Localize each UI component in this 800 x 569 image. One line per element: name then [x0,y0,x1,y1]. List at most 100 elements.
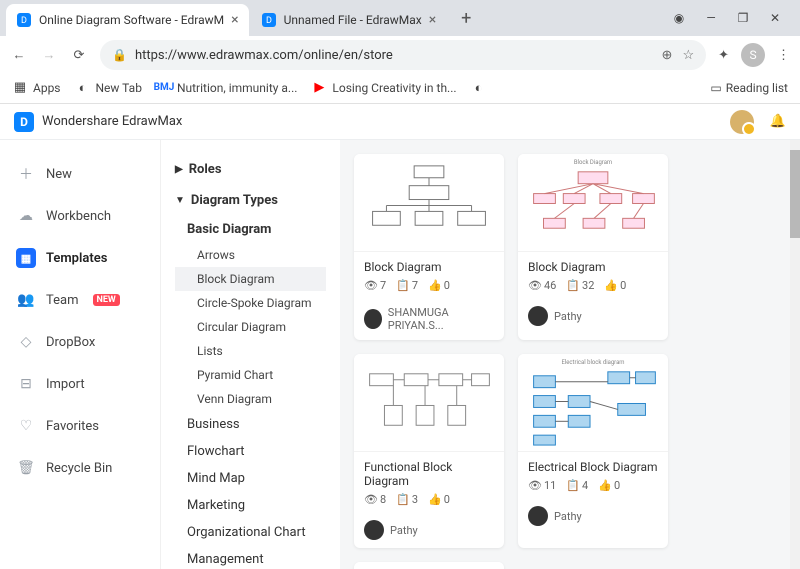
close-window-button[interactable]: ✕ [768,11,782,25]
copy-icon: 📋 [396,493,410,506]
incognito-icon: ◉ [672,11,686,25]
address-bar[interactable]: 🔒 https://www.edrawmax.com/online/en/sto… [100,40,706,70]
bookmark-item[interactable]: ◐New Tab [75,80,142,96]
tab-favicon: D [16,12,32,28]
sidebar-item-new[interactable]: ＋New [10,156,150,192]
svg-text:Electrical block diagram: Electrical block diagram [561,359,624,366]
svg-text:D: D [266,16,272,26]
subcategory-item[interactable]: Circular Diagram [175,315,326,339]
category-item[interactable]: Business [175,411,326,438]
subcategory-item[interactable]: Venn Diagram [175,387,326,411]
like-icon: 👍 [428,279,442,292]
category-item[interactable]: Marketing [175,492,326,519]
template-card[interactable]: Control block diagram [354,562,504,569]
eye-icon: 👁 [364,493,378,506]
bell-icon[interactable]: 🔔 [770,114,786,129]
sidebar-item-recycle[interactable]: 🗑Recycle Bin [10,450,150,486]
browser-profile-avatar[interactable]: S [741,43,765,67]
close-icon[interactable]: × [429,12,436,28]
like-icon: 👍 [604,279,618,292]
category-item[interactable]: Flowchart [175,438,326,465]
chrome-menu-icon[interactable]: ⋮ [777,48,790,63]
sidebar-item-import[interactable]: ⊟Import [10,366,150,402]
lock-icon: 🔒 [112,48,127,62]
template-title: Electrical Block Diagram [528,460,658,474]
category-panel: ▶Roles ▼Diagram Types Basic Diagram Arro… [160,140,340,569]
app-logo[interactable]: D Wondershare EdrawMax [14,112,182,132]
search-icon[interactable]: ⊕ [662,48,673,63]
new-tab-button[interactable]: + [452,4,480,32]
template-thumbnail [354,154,504,252]
vertical-scrollbar[interactable] [790,140,800,569]
template-author[interactable]: Pathy [518,500,668,534]
browser-tab[interactable]: D Unnamed File - EdrawMax × [251,4,447,36]
bookmark-item[interactable]: ▶Losing Creativity in th... [311,80,456,96]
logo-mark-icon: D [14,112,34,132]
template-card[interactable]: Electrical block diagram Electrical Bloc… [518,354,668,548]
template-thumbnail: Block Diagram [518,154,668,252]
category-item[interactable]: Management [175,546,326,569]
content-area: ▶Roles ▼Diagram Types Basic Diagram Arro… [160,140,800,569]
trash-icon: 🗑 [16,458,36,478]
apps-icon: ▦ [12,80,28,96]
browser-tabbar: D Online Diagram Software - EdrawM × D U… [0,0,800,36]
template-stats: 👁11 📋4 👍0 [528,479,658,492]
eye-icon: 👁 [528,279,542,292]
template-card[interactable]: Functional Block Diagram 👁8 📋3 👍0 Pathy [354,354,504,548]
template-stats: 👁7 📋7 👍0 [364,279,494,292]
subcategory-item[interactable]: Circle-Spoke Diagram [175,291,326,315]
tab-title: Online Diagram Software - EdrawM [39,13,224,27]
product-name: Wondershare EdrawMax [42,114,182,129]
minimize-button[interactable]: — [704,11,718,25]
author-avatar [364,309,382,329]
template-title: Block Diagram [528,260,658,274]
template-card[interactable]: Block Diagram 👁7 📋7 👍0 SHANMUGA PRIYAN.S… [354,154,504,340]
browser-tab-active[interactable]: D Online Diagram Software - EdrawM × [6,4,249,36]
maximize-button[interactable]: ❐ [736,11,750,25]
category-header-roles[interactable]: ▶Roles [175,154,326,185]
template-author[interactable]: Pathy [518,300,668,334]
subcategory-item[interactable]: Pyramid Chart [175,363,326,387]
subcategory-item[interactable]: Arrows [175,243,326,267]
import-icon: ⊟ [16,374,36,394]
user-avatar[interactable] [730,110,754,134]
caret-right-icon: ▶ [175,164,183,175]
app-sidebar: ＋New ☁Workbench ▦Templates 👥TeamNEW ◇Dro… [0,140,160,569]
category-item[interactable]: Mind Map [175,465,326,492]
extensions-icon[interactable]: ✦ [718,48,729,63]
bookmark-item[interactable]: ◐ [471,80,487,96]
close-icon[interactable]: × [231,12,238,28]
template-author[interactable]: SHANMUGA PRIYAN.S... [354,300,504,340]
forward-button[interactable]: → [40,47,58,63]
team-icon: 👥 [16,290,36,310]
sidebar-item-dropbox[interactable]: ◇DropBox [10,324,150,360]
globe-icon: ◐ [75,80,91,96]
apps-shortcut[interactable]: ▦Apps [12,80,61,96]
sidebar-item-workbench[interactable]: ☁Workbench [10,198,150,234]
template-thumbnail: Electrical block diagram [518,354,668,452]
category-header-diagram-types[interactable]: ▼Diagram Types [175,185,326,216]
sidebar-item-team[interactable]: 👥TeamNEW [10,282,150,318]
templates-icon: ▦ [16,248,36,268]
scrollbar-thumb[interactable] [790,150,800,238]
template-card[interactable]: Block Diagram Block Diagram 👁46 📋32 👍0 P… [518,154,668,340]
globe-icon: ◐ [471,80,487,96]
template-grid: Block Diagram 👁7 📋7 👍0 SHANMUGA PRIYAN.S… [340,140,800,569]
dropbox-icon: ◇ [16,332,36,352]
subcategory-item[interactable]: Lists [175,339,326,363]
template-thumbnail: Control block diagram [354,562,504,569]
subcategory-item-active[interactable]: Block Diagram [175,267,326,291]
reload-button[interactable]: ⟳ [70,48,88,63]
app-root: D Wondershare EdrawMax 🔔 ＋New ☁Workbench… [0,104,800,569]
caret-down-icon: ▼ [175,195,185,206]
category-basic-diagram[interactable]: Basic Diagram [175,216,326,243]
category-item[interactable]: Organizational Chart [175,519,326,546]
bmj-icon: BMJ [156,80,172,96]
back-button[interactable]: ← [10,47,28,63]
bookmark-item[interactable]: BMJNutrition, immunity a... [156,80,297,96]
sidebar-item-templates[interactable]: ▦Templates [10,240,150,276]
bookmark-star-icon[interactable]: ☆ [682,48,694,63]
reading-list-button[interactable]: ▭Reading list [710,81,788,95]
sidebar-item-favorites[interactable]: ♡Favorites [10,408,150,444]
template-author[interactable]: Pathy [354,514,504,548]
